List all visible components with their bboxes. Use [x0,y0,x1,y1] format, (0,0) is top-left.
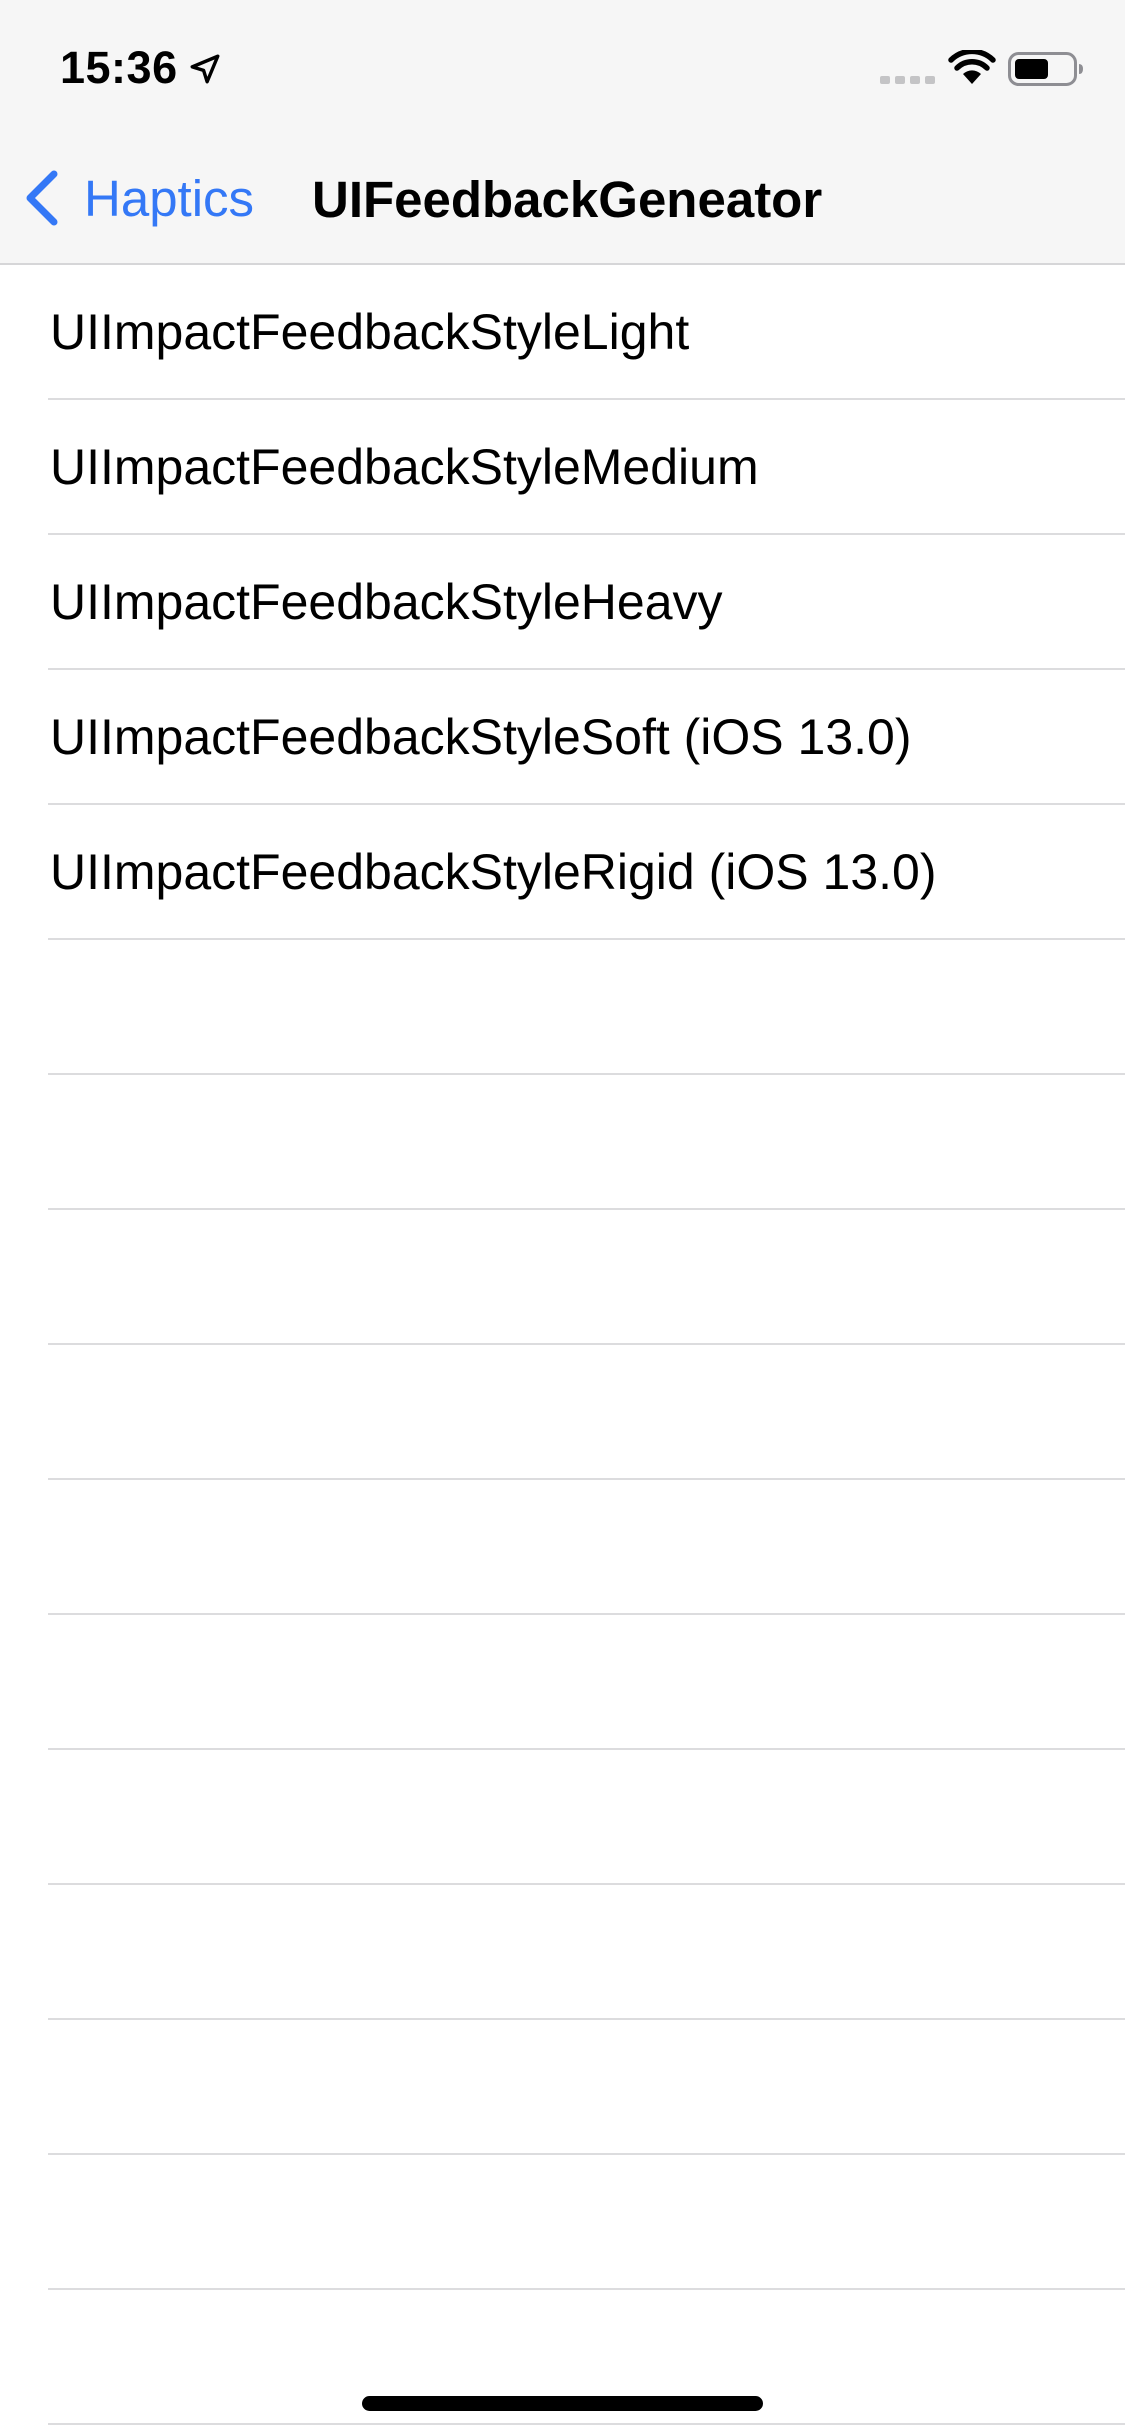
navigation-bar: Haptics UIFeedbackGeneator [0,132,1125,264]
list-item-label: UIImpactFeedbackStyleLight [50,304,690,360]
empty-row [48,2155,1125,2290]
list-item-soft[interactable]: UIImpactFeedbackStyleSoft (iOS 13.0) [48,670,1125,805]
cellular-signal-icon [880,76,935,84]
empty-row [48,1075,1125,1210]
empty-row [48,1210,1125,1345]
feedback-style-list: UIImpactFeedbackStyleLight UIImpactFeedb… [0,265,1125,2425]
back-button-label: Haptics [84,169,255,227]
empty-row [48,1480,1125,1615]
battery-icon [1008,52,1083,86]
list-item-rigid[interactable]: UIImpactFeedbackStyleRigid (iOS 13.0) [48,805,1125,940]
empty-row [48,1885,1125,2020]
empty-row [48,1345,1125,1480]
list-item-label: UIImpactFeedbackStyleSoft (iOS 13.0) [50,709,912,765]
wifi-icon [948,50,996,84]
home-indicator[interactable] [362,2396,763,2411]
empty-row [48,1750,1125,1885]
list-item-medium[interactable]: UIImpactFeedbackStyleMedium [48,400,1125,535]
empty-row [48,2020,1125,2155]
list-item-heavy[interactable]: UIImpactFeedbackStyleHeavy [48,535,1125,670]
top-chrome: 15:36 Haptics UIFeedbackGeneator [0,0,1125,265]
empty-row [48,1615,1125,1750]
empty-row [48,940,1125,1075]
list-item-label: UIImpactFeedbackStyleRigid (iOS 13.0) [50,844,937,900]
status-bar: 15:36 [0,0,1125,132]
page-title: UIFeedbackGeneator [312,171,823,228]
status-time: 15:36 [60,42,178,93]
list-item-light[interactable]: UIImpactFeedbackStyleLight [48,265,1125,400]
list-item-label: UIImpactFeedbackStyleHeavy [50,574,723,630]
location-arrow-icon [190,54,220,84]
chevron-left-icon [26,170,58,226]
back-button[interactable]: Haptics [22,162,254,234]
list-item-label: UIImpactFeedbackStyleMedium [50,439,759,495]
